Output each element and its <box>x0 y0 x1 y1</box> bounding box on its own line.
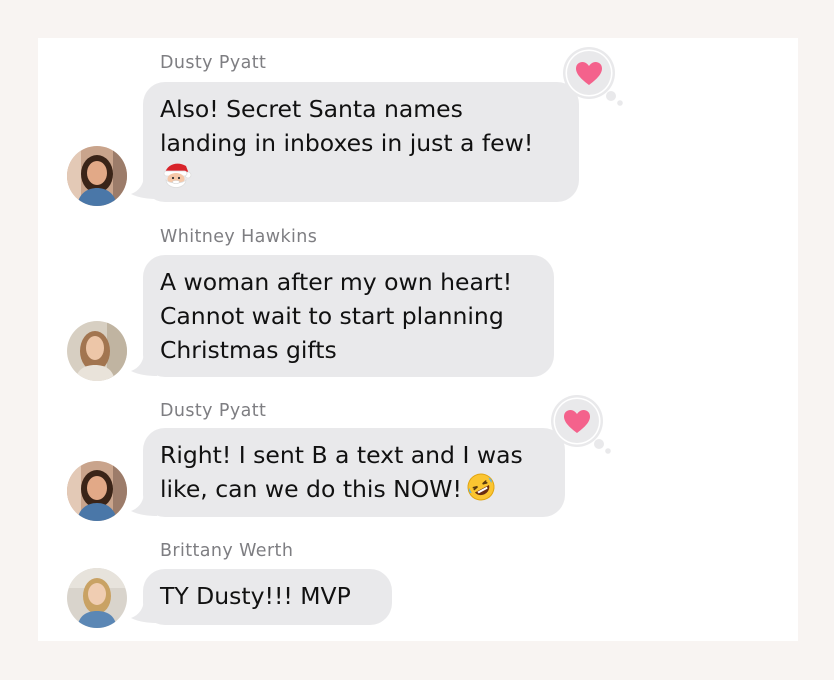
sender-name: Dusty Pyatt <box>160 53 267 73</box>
message-text: TY Dusty!!! MVP <box>160 582 351 610</box>
message-text: A woman after my own heart! <box>160 268 513 296</box>
message-text: Also! Secret Santa names <box>160 95 463 123</box>
message-bubble[interactable]: Right! I sent B a text and I was like, c… <box>143 428 565 517</box>
sender-name: Brittany Werth <box>160 541 294 561</box>
heart-reaction[interactable] <box>544 390 614 460</box>
avatar-whitney-hawkins[interactable] <box>67 321 127 381</box>
sender-name: Whitney Hawkins <box>160 227 318 247</box>
avatar-dusty-pyatt[interactable] <box>67 461 127 521</box>
message-bubble[interactable]: TY Dusty!!! MVP <box>143 569 392 625</box>
message-text: like, can we do this NOW! <box>160 475 462 503</box>
santa-emoji <box>163 163 192 188</box>
heart-reaction[interactable] <box>556 42 626 112</box>
message-bubble[interactable]: A woman after my own heart! Cannot wait … <box>143 255 554 377</box>
rofl-emoji <box>467 473 495 501</box>
avatar-brittany-werth[interactable] <box>67 568 127 628</box>
avatar-dusty-pyatt[interactable] <box>67 146 127 206</box>
message-text: landing in inboxes in just a few! <box>160 129 534 157</box>
sender-name: Dusty Pyatt <box>160 401 267 421</box>
message-text: Right! I sent B a text and I was <box>160 441 523 469</box>
message-text: Christmas gifts <box>160 336 337 364</box>
message-text: Cannot wait to start planning <box>160 302 504 330</box>
message-bubble[interactable]: Also! Secret Santa names landing in inbo… <box>143 82 579 202</box>
